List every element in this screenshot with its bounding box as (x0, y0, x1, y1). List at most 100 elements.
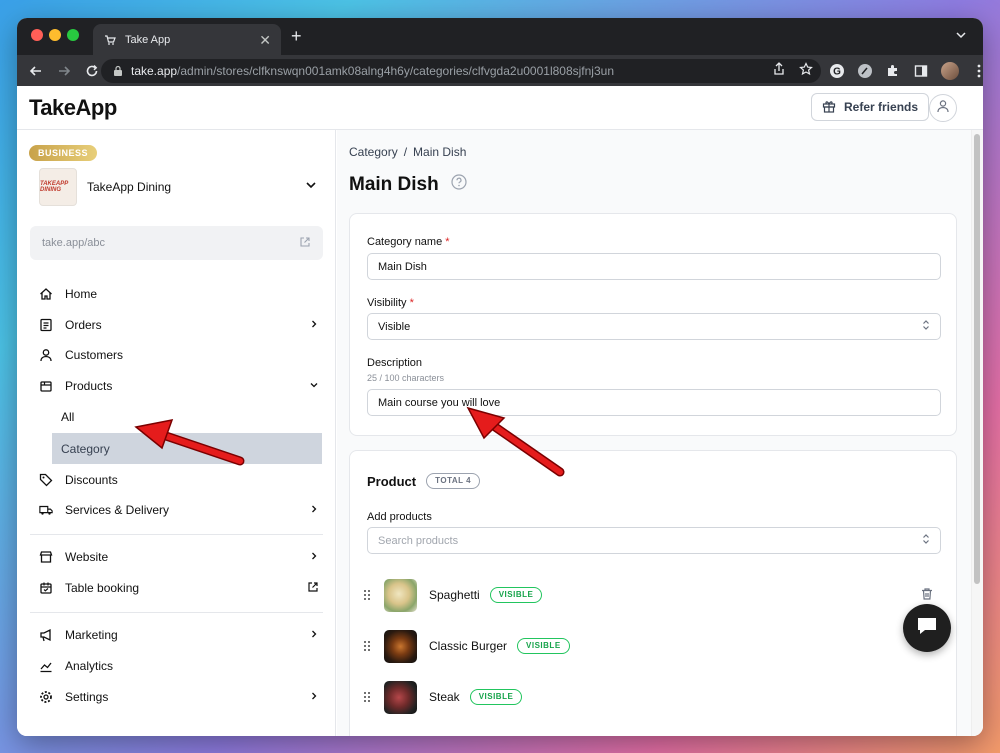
spaghetti-image (384, 578, 417, 612)
browser-window: Take App ✕ + take.app/admin/stores/clfkn… (17, 18, 983, 736)
plan-badge: BUSINESS (29, 145, 98, 161)
url-bar[interactable]: take.app/admin/stores/clfknswqn001amk08a… (101, 59, 821, 83)
search-products-input[interactable]: Search products (367, 527, 941, 554)
url-path: /admin/stores/clfknswqn001amk08alng4h6y/… (177, 64, 614, 78)
new-tab-button[interactable]: + (291, 26, 302, 46)
sidebar-item-table-booking[interactable]: Table booking (39, 574, 319, 602)
refer-friends-label: Refer friends (844, 100, 919, 114)
products-card: Product TOTAL 4 Add products Search prod… (349, 450, 957, 736)
truck-icon (39, 503, 53, 517)
browser-tab[interactable]: Take App ✕ (93, 24, 281, 55)
store-switcher[interactable]: TAKEAPP DINING TakeApp Dining (39, 168, 317, 206)
chevron-right-icon (309, 550, 319, 564)
total-badge: TOTAL 4 (426, 473, 481, 489)
orders-icon (39, 318, 53, 332)
category-name-label: Category name * (367, 236, 450, 248)
sidebar-item-products-all[interactable]: All (52, 401, 322, 432)
chat-bubble-icon (916, 616, 938, 641)
breadcrumb: Category / Main Dish (349, 145, 466, 159)
list-item: Steak VISIBLE (364, 679, 944, 715)
close-window-button[interactable] (31, 29, 43, 41)
app: TakeApp Refer friends BUSINESS TAKEAPP D… (17, 86, 983, 736)
store-name: TakeApp Dining (87, 180, 172, 194)
sidebar-item-discounts[interactable]: Discounts (39, 466, 319, 494)
help-icon[interactable] (451, 174, 467, 196)
url-host: take.app (131, 64, 178, 78)
drag-handle-icon[interactable] (364, 590, 372, 600)
visibility-label: Visibility * (367, 297, 414, 309)
description-char-count: 25 / 100 characters (367, 373, 445, 383)
sidebar-divider (30, 534, 323, 535)
account-button[interactable] (929, 94, 957, 122)
home-icon (39, 287, 53, 301)
gear-icon (39, 690, 53, 704)
status-badge: VISIBLE (489, 587, 543, 603)
page-title-text: Main Dish (349, 174, 439, 195)
breadcrumb-parent-link[interactable]: Category (349, 145, 398, 159)
browser-menu-icon[interactable] (971, 63, 983, 79)
chat-support-button[interactable] (903, 604, 951, 652)
box-icon (39, 379, 53, 393)
sidebar-item-analytics[interactable]: Analytics (39, 652, 319, 680)
description-label: Description (367, 357, 423, 369)
scrollbar-thumb[interactable] (974, 134, 980, 584)
description-input[interactable]: Main course you will love (367, 389, 941, 416)
product-name[interactable]: Steak (429, 690, 460, 704)
select-updown-icon (922, 319, 930, 334)
refer-friends-button[interactable]: Refer friends (811, 93, 930, 121)
sidebar-item-marketing[interactable]: Marketing (39, 621, 319, 649)
tag-icon (39, 473, 53, 487)
user-icon (936, 99, 950, 118)
sidebar-item-home[interactable]: Home (39, 280, 319, 308)
sidebar-item-category[interactable]: Category (52, 433, 322, 464)
forward-arrow-icon[interactable] (51, 64, 77, 78)
cart-favicon-icon (103, 33, 117, 47)
speed-extension-icon[interactable] (857, 63, 873, 79)
profile-avatar[interactable] (941, 62, 959, 80)
share-icon[interactable] (773, 62, 785, 79)
sidebar-item-products[interactable]: Products (39, 372, 319, 400)
app-header: TakeApp Refer friends (17, 86, 983, 130)
product-name[interactable]: Spaghetti (429, 588, 480, 602)
visibility-select[interactable]: Visible (367, 313, 941, 340)
list-item: Classic Burger VISIBLE (364, 628, 944, 664)
megaphone-icon (39, 628, 53, 642)
category-form-card: Category name * Main Dish Visibility * V… (349, 213, 957, 436)
browser-toolbar: take.app/admin/stores/clfknswqn001amk08a… (17, 55, 983, 86)
tab-search-chevron-icon[interactable] (955, 28, 967, 46)
tab-close-icon[interactable]: ✕ (259, 33, 271, 47)
bookmark-star-icon[interactable] (799, 62, 813, 79)
sidebar-item-website[interactable]: Website (39, 543, 319, 571)
maximize-window-button[interactable] (67, 29, 79, 41)
tab-title: Take App (125, 33, 171, 46)
store-logo: TAKEAPP DINING (39, 168, 77, 206)
chevron-right-icon (309, 318, 319, 332)
status-badge: VISIBLE (469, 689, 523, 705)
user-icon (39, 348, 53, 362)
list-item: Spaghetti VISIBLE (364, 577, 944, 613)
extensions-puzzle-icon[interactable] (885, 63, 901, 79)
sidepanel-icon[interactable] (913, 63, 929, 79)
back-arrow-icon[interactable] (23, 64, 49, 78)
category-name-input[interactable]: Main Dish (367, 253, 941, 280)
sidebar-item-customers[interactable]: Customers (39, 341, 319, 369)
lock-icon (113, 65, 123, 77)
chart-icon (39, 659, 53, 673)
takeapp-logo[interactable]: TakeApp (29, 95, 117, 121)
store-url-link[interactable]: take.app/abc (30, 226, 323, 260)
chevron-right-icon (309, 690, 319, 704)
status-badge: VISIBLE (517, 638, 570, 654)
grammarly-extension-icon[interactable]: G (829, 63, 845, 79)
external-link-icon (307, 581, 319, 596)
add-products-label: Add products (367, 511, 432, 523)
products-section-title: Product TOTAL 4 (367, 473, 481, 489)
drag-handle-icon[interactable] (364, 692, 372, 702)
minimize-window-button[interactable] (49, 29, 61, 41)
page-scrollbar[interactable] (971, 130, 983, 736)
product-name[interactable]: Classic Burger (429, 639, 507, 653)
drag-handle-icon[interactable] (364, 641, 372, 651)
sidebar-item-services-delivery[interactable]: Services & Delivery (39, 496, 319, 524)
sidebar-item-orders[interactable]: Orders (39, 311, 319, 339)
sidebar: BUSINESS TAKEAPP DINING TakeApp Dining t… (17, 130, 336, 736)
sidebar-item-settings[interactable]: Settings (39, 683, 319, 711)
